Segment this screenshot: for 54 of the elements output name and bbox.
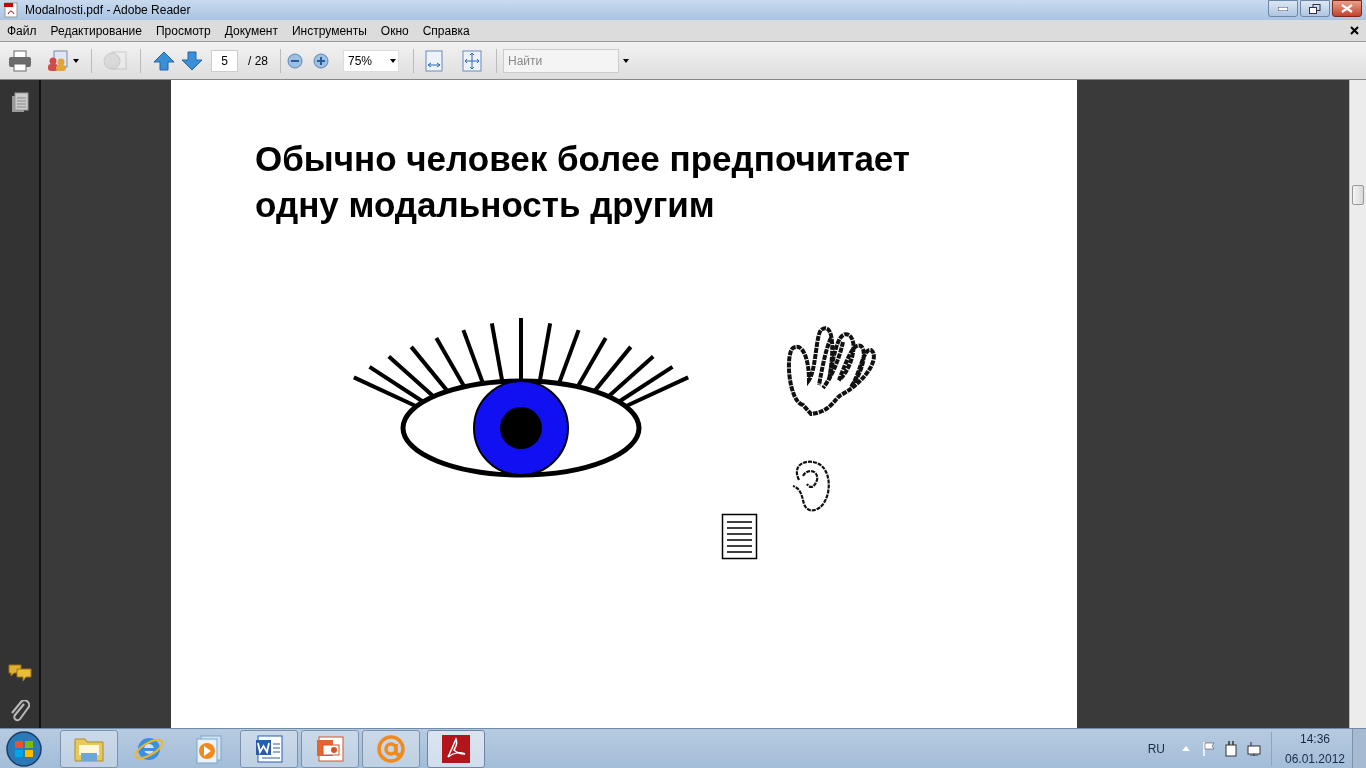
play-icon (195, 733, 223, 764)
at-sign-icon (376, 733, 406, 764)
menu-item[interactable]: Окно (373, 21, 416, 40)
fit-page-icon[interactable] (462, 49, 482, 72)
page-total: / 28 (248, 52, 268, 70)
powerpoint-taskbar-button[interactable] (301, 729, 359, 768)
search-field[interactable]: Найти (503, 48, 619, 73)
menu-item[interactable]: Просмотр (148, 21, 218, 40)
menu-item[interactable]: Документ (217, 21, 285, 40)
menu-item[interactable]: Файл (0, 21, 44, 40)
menu-item[interactable]: Редактирование (43, 21, 149, 40)
scrollbar-thumb[interactable] (1352, 185, 1364, 205)
vertical-scrollbar[interactable] (1349, 80, 1366, 728)
minimize-button[interactable] (1268, 0, 1298, 17)
down-arrow-icon[interactable] (181, 50, 203, 71)
dropdown-caret-icon[interactable] (73, 58, 79, 63)
document-icon (721, 513, 758, 560)
pdf-reader-icon (442, 734, 470, 763)
close-button[interactable] (1332, 0, 1362, 17)
zoom-in-icon[interactable] (313, 52, 329, 69)
fit-width-icon[interactable] (424, 49, 444, 72)
people-document-icon[interactable] (46, 49, 70, 72)
power-plug-icon[interactable] (1224, 740, 1238, 757)
dropdown-caret-icon (390, 58, 396, 63)
zoom-dropdown[interactable]: 75% (343, 49, 399, 72)
slide-heading: Обычно человек более предпочитает одну модальность другим (255, 138, 911, 226)
clock[interactable]: 14:36 06.01.2012 (1280, 728, 1350, 768)
pages-icon[interactable] (10, 92, 29, 114)
word-taskbar-button[interactable] (240, 729, 298, 768)
document-w-icon (254, 733, 284, 764)
up-arrow-icon[interactable] (153, 50, 175, 71)
menu-item[interactable]: Инструменты (285, 21, 374, 40)
network-icon[interactable] (1247, 741, 1261, 756)
window-title: Modalnosti.pdf - Adobe Reader (25, 2, 191, 19)
paperclip-icon[interactable] (9, 700, 30, 722)
language-indicator[interactable]: RU (1147, 739, 1165, 758)
printer-icon[interactable] (8, 49, 32, 72)
page-number-field[interactable]: 5 (211, 49, 238, 72)
explorer-taskbar-button[interactable] (60, 729, 118, 768)
comments-icon[interactable] (7, 664, 32, 682)
close-icon (1341, 4, 1353, 13)
flag-icon[interactable] (1202, 741, 1216, 756)
pdf-file-icon (3, 2, 19, 18)
start-button[interactable] (4, 729, 44, 768)
close-document-icon[interactable] (1350, 26, 1359, 35)
reader-taskbar-button[interactable] (427, 729, 485, 768)
presentation-icon (315, 733, 345, 764)
menu-item[interactable]: Справка (415, 21, 477, 40)
zoom-out-icon[interactable] (287, 52, 303, 69)
dropdown-caret-icon[interactable] (623, 58, 629, 63)
ear-drawing (792, 460, 830, 512)
restore-button[interactable] (1300, 0, 1330, 17)
minimize-icon (1278, 6, 1288, 11)
restore-icon (1309, 3, 1321, 14)
